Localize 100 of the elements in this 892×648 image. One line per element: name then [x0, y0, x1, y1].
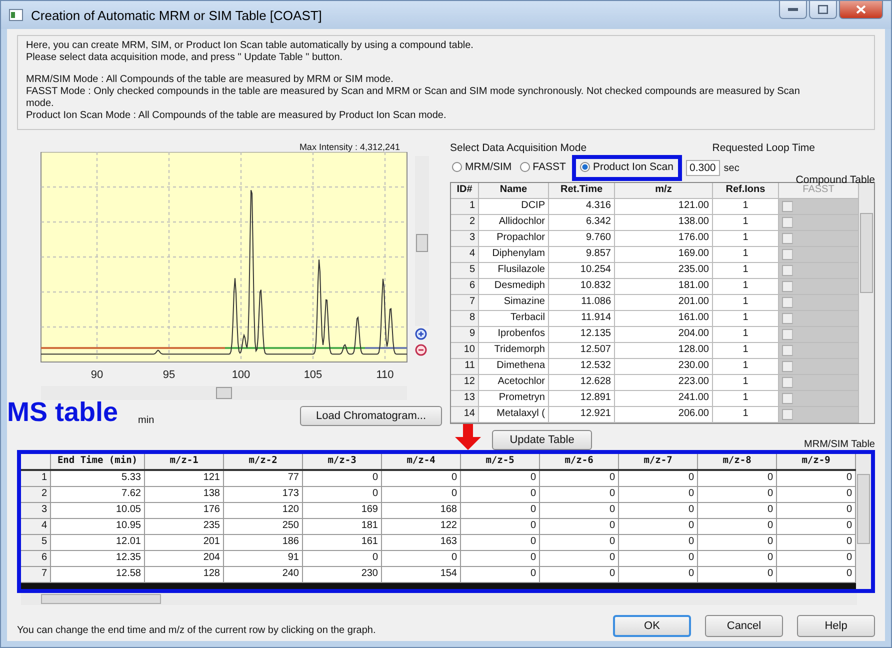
checkbox[interactable]: [782, 409, 793, 420]
checkbox[interactable]: [782, 393, 793, 404]
table-cell: Desmediph: [479, 279, 549, 294]
table-cell: 9.760: [549, 231, 615, 246]
checkbox[interactable]: [782, 249, 793, 260]
row-header[interactable]: 3: [451, 231, 479, 246]
checkbox[interactable]: [782, 377, 793, 388]
column-header[interactable]: Name: [479, 183, 549, 198]
column-header[interactable]: m/z-3: [303, 454, 382, 469]
checkbox[interactable]: [782, 361, 793, 372]
table-cell: 0: [382, 551, 461, 566]
row-header[interactable]: 7: [21, 567, 51, 582]
table-cell: 161: [303, 535, 382, 550]
checkbox[interactable]: [782, 201, 793, 212]
table-cell: 181: [303, 519, 382, 534]
table-cell: Iprobenfos: [479, 327, 549, 342]
checkbox[interactable]: [782, 297, 793, 308]
row-header[interactable]: 4: [21, 519, 51, 534]
row-header[interactable]: 2: [21, 487, 51, 502]
column-header[interactable]: End Time (min): [51, 454, 145, 469]
row-header[interactable]: 8: [451, 311, 479, 326]
table-cell: Tridemorph: [479, 343, 549, 358]
row-header[interactable]: 3: [21, 503, 51, 518]
update-table-button[interactable]: Update Table: [492, 430, 592, 450]
row-header[interactable]: 5: [451, 263, 479, 278]
table-cell: 206.00: [615, 407, 713, 422]
column-header[interactable]: m/z-8: [698, 454, 777, 469]
table-cell: 250: [224, 519, 303, 534]
row-header[interactable]: 12: [451, 375, 479, 390]
column-header[interactable]: Ref.Ions: [713, 183, 779, 198]
row-header[interactable]: 6: [451, 279, 479, 294]
row-header[interactable]: 4: [451, 247, 479, 262]
maximize-button[interactable]: [809, 1, 837, 19]
row-header[interactable]: 2: [451, 215, 479, 230]
checkbox[interactable]: [782, 329, 793, 340]
column-header[interactable]: m/z: [615, 183, 713, 198]
radio-option[interactable]: MRM/SIM: [452, 161, 512, 173]
row-header[interactable]: 9: [451, 327, 479, 342]
vertical-scrollbar[interactable]: [856, 454, 871, 589]
table-cell: 138.00: [615, 215, 713, 230]
checkbox[interactable]: [782, 313, 793, 324]
checkbox[interactable]: [782, 233, 793, 244]
load-chromatogram-button[interactable]: Load Chromatogram...: [300, 406, 442, 426]
table-cell: 0: [698, 567, 777, 582]
table-cell: 12.35: [51, 551, 145, 566]
row-header[interactable]: 1: [21, 471, 51, 486]
table-cell: 204.00: [615, 327, 713, 342]
zoom-in-icon[interactable]: [415, 328, 429, 342]
row-header[interactable]: 13: [451, 391, 479, 406]
row-header[interactable]: 10: [451, 343, 479, 358]
row-header[interactable]: 1: [451, 199, 479, 214]
table-cell: 0: [382, 487, 461, 502]
column-header[interactable]: m/z-5: [461, 454, 540, 469]
checkbox[interactable]: [782, 345, 793, 356]
table-cell: 12.921: [549, 407, 615, 422]
horizontal-scrollbar[interactable]: [21, 593, 857, 605]
table-cell: 0: [698, 471, 777, 486]
row-header[interactable]: 7: [451, 295, 479, 310]
row-header[interactable]: 11: [451, 359, 479, 374]
table-cell: 128: [145, 567, 224, 582]
radio-option[interactable]: Product Ion Scan: [580, 161, 674, 173]
dialog-button[interactable]: OK: [613, 615, 691, 637]
table-cell: 11.086: [549, 295, 615, 310]
column-header[interactable]: m/z-9: [777, 454, 856, 469]
table-cell: 169: [303, 503, 382, 518]
close-button[interactable]: [839, 1, 883, 19]
row-header[interactable]: 6: [21, 551, 51, 566]
mode-description: Product Ion Scan Mode : All Compounds of the table are measured by Product Ion Scan mode.: [26, 110, 448, 122]
column-header[interactable]: m/z-2: [224, 454, 303, 469]
axis-tick-label: 100: [232, 369, 250, 381]
table-title: Compound Table: [796, 174, 875, 186]
vertical-scrollbar[interactable]: [859, 183, 874, 423]
column-header[interactable]: m/z-4: [382, 454, 461, 469]
table-cell: 0: [619, 503, 698, 518]
selected-row[interactable]: [21, 583, 856, 589]
table-corner[interactable]: [21, 454, 51, 469]
zoom-out-icon[interactable]: [415, 344, 429, 358]
table-cell: 0: [461, 487, 540, 502]
dialog-button[interactable]: Help: [797, 615, 875, 637]
radio-option[interactable]: FASST: [520, 161, 566, 173]
vertical-scrollbar[interactable]: [415, 156, 429, 326]
column-header[interactable]: m/z-6: [540, 454, 619, 469]
checkbox[interactable]: [782, 217, 793, 228]
table-cell: 12.628: [549, 375, 615, 390]
checkbox[interactable]: [782, 281, 793, 292]
row-header[interactable]: 14: [451, 407, 479, 422]
column-header[interactable]: m/z-7: [619, 454, 698, 469]
minimize-button[interactable]: [779, 1, 807, 19]
table-cell: 181.00: [615, 279, 713, 294]
table-cell: 163: [382, 535, 461, 550]
checkbox[interactable]: [782, 265, 793, 276]
horizontal-scrollbar[interactable]: [41, 386, 407, 400]
row-header[interactable]: 5: [21, 535, 51, 550]
column-header[interactable]: Ret.Time: [549, 183, 615, 198]
loop-time-field[interactable]: 0.300: [686, 160, 720, 176]
column-header[interactable]: m/z-1: [145, 454, 224, 469]
dialog-button[interactable]: Cancel: [705, 615, 783, 637]
table-cell: 0: [461, 535, 540, 550]
column-header[interactable]: ID#: [451, 183, 479, 198]
table-cell: 176.00: [615, 231, 713, 246]
